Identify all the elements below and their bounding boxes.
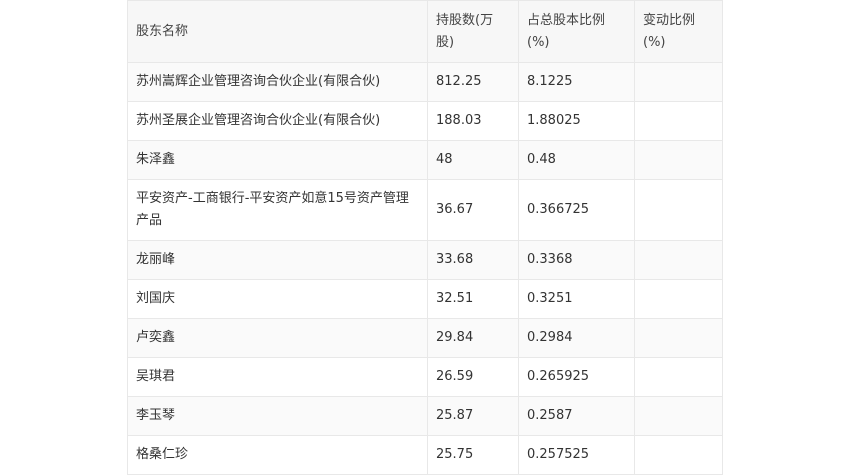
table-row: 李玉琴 25.87 0.2587 — [127, 396, 723, 436]
table-row: 刘国庆 32.51 0.3251 — [127, 279, 723, 319]
cell-change — [634, 240, 723, 280]
cell-name: 吴琪君 — [127, 357, 428, 397]
cell-ratio: 0.265925 — [518, 357, 635, 397]
cell-shares: 812.25 — [427, 62, 519, 102]
cell-change — [634, 279, 723, 319]
cell-ratio: 0.366725 — [518, 179, 635, 241]
cell-ratio: 0.2587 — [518, 396, 635, 436]
table-row: 吴琪君 26.59 0.265925 — [127, 357, 723, 397]
header-change: 变动比例(%) — [634, 0, 723, 63]
cell-change — [634, 318, 723, 358]
header-ratio: 占总股本比例(%) — [518, 0, 635, 63]
cell-change — [634, 396, 723, 436]
cell-change — [634, 62, 723, 102]
cell-shares: 29.84 — [427, 318, 519, 358]
table-row: 苏州嵩辉企业管理咨询合伙企业(有限合伙) 812.25 8.1225 — [127, 62, 723, 102]
cell-name: 龙丽峰 — [127, 240, 428, 280]
cell-shares: 48 — [427, 140, 519, 180]
cell-name: 平安资产-工商银行-平安资产如意15号资产管理产品 — [127, 179, 428, 241]
cell-change — [634, 435, 723, 475]
table-row: 格桑仁珍 25.75 0.257525 — [127, 435, 723, 475]
header-shareholder-name: 股东名称 — [127, 0, 428, 63]
table-row: 平安资产-工商银行-平安资产如意15号资产管理产品 36.67 0.366725 — [127, 179, 723, 241]
cell-ratio: 0.3251 — [518, 279, 635, 319]
cell-ratio: 0.48 — [518, 140, 635, 180]
cell-change — [634, 140, 723, 180]
cell-shares: 188.03 — [427, 101, 519, 141]
cell-ratio: 0.257525 — [518, 435, 635, 475]
shareholder-table-container: 股东名称 持股数(万股) 占总股本比例(%) 变动比例(%) 苏州嵩辉企业管理咨… — [127, 0, 723, 475]
cell-name: 苏州圣展企业管理咨询合伙企业(有限合伙) — [127, 101, 428, 141]
cell-ratio: 0.3368 — [518, 240, 635, 280]
cell-change — [634, 179, 723, 241]
cell-name: 格桑仁珍 — [127, 435, 428, 475]
cell-shares: 36.67 — [427, 179, 519, 241]
header-shares: 持股数(万股) — [427, 0, 519, 63]
cell-shares: 25.87 — [427, 396, 519, 436]
cell-change — [634, 101, 723, 141]
cell-shares: 25.75 — [427, 435, 519, 475]
cell-shares: 32.51 — [427, 279, 519, 319]
table-row: 卢奕鑫 29.84 0.2984 — [127, 318, 723, 358]
table-row: 苏州圣展企业管理咨询合伙企业(有限合伙) 188.03 1.88025 — [127, 101, 723, 141]
cell-change — [634, 357, 723, 397]
table-header-row: 股东名称 持股数(万股) 占总股本比例(%) 变动比例(%) — [127, 0, 723, 63]
cell-shares: 26.59 — [427, 357, 519, 397]
cell-name: 朱泽鑫 — [127, 140, 428, 180]
cell-name: 李玉琴 — [127, 396, 428, 436]
cell-shares: 33.68 — [427, 240, 519, 280]
cell-ratio: 1.88025 — [518, 101, 635, 141]
cell-name: 苏州嵩辉企业管理咨询合伙企业(有限合伙) — [127, 62, 428, 102]
cell-ratio: 8.1225 — [518, 62, 635, 102]
table-row: 龙丽峰 33.68 0.3368 — [127, 240, 723, 280]
cell-name: 卢奕鑫 — [127, 318, 428, 358]
shareholder-table: 股东名称 持股数(万股) 占总股本比例(%) 变动比例(%) 苏州嵩辉企业管理咨… — [127, 0, 723, 475]
table-row: 朱泽鑫 48 0.48 — [127, 140, 723, 180]
cell-name: 刘国庆 — [127, 279, 428, 319]
cell-ratio: 0.2984 — [518, 318, 635, 358]
